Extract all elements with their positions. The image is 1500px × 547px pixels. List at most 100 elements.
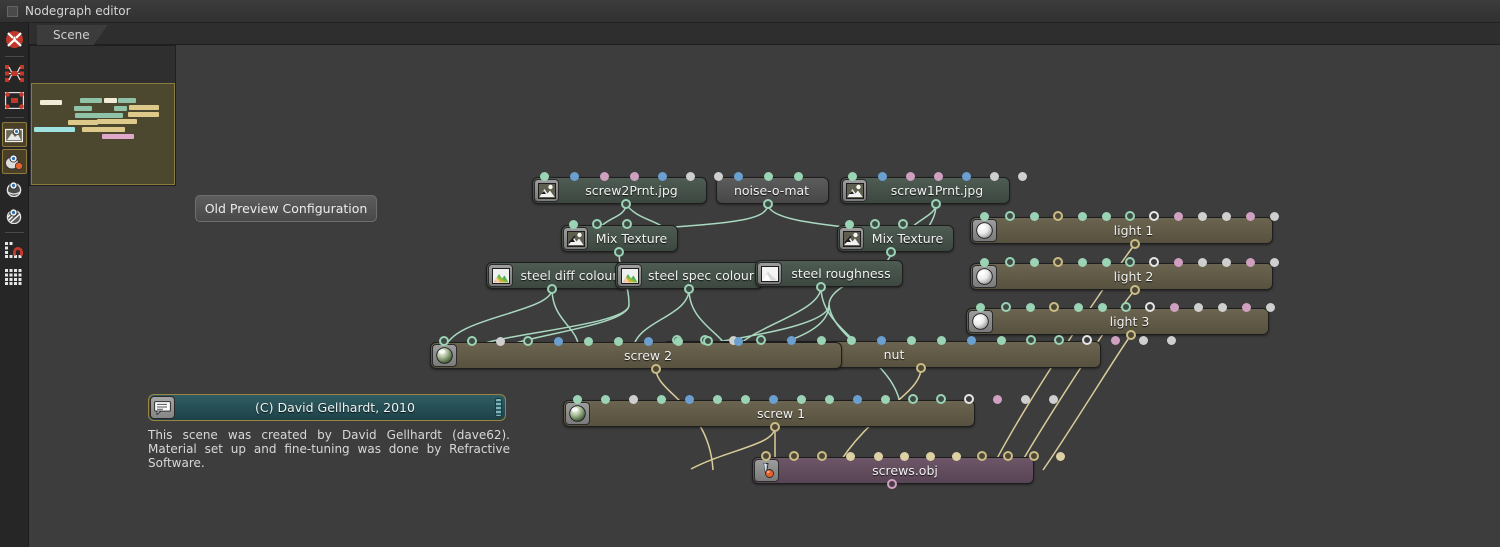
- node-port-input[interactable]: [1048, 394, 1058, 404]
- node-port-input[interactable]: [979, 257, 989, 267]
- node-port-input[interactable]: [592, 219, 602, 229]
- shading-preview-icon[interactable]: [2, 203, 27, 228]
- node-port-input[interactable]: [992, 394, 1002, 404]
- node-port-input[interactable]: [1101, 257, 1111, 267]
- node-port-input[interactable]: [600, 394, 610, 404]
- node-port-input[interactable]: [816, 335, 826, 345]
- node-port-input[interactable]: [1217, 302, 1227, 312]
- node-port-input[interactable]: [712, 394, 722, 404]
- node-port-input[interactable]: [876, 335, 886, 345]
- node-port-input[interactable]: [1121, 302, 1131, 312]
- node-port-input[interactable]: [845, 451, 855, 461]
- node-port-output[interactable]: [886, 247, 896, 257]
- node-port-input[interactable]: [1166, 335, 1176, 345]
- node-port-input[interactable]: [1001, 302, 1011, 312]
- node-port-input[interactable]: [925, 451, 935, 461]
- node-port-input[interactable]: [1053, 211, 1063, 221]
- node-port-input[interactable]: [1221, 257, 1231, 267]
- node-screw1prnt[interactable]: screw1Prnt.jpg: [840, 177, 1010, 204]
- node-port-input[interactable]: [733, 336, 743, 346]
- node-port-input[interactable]: [1125, 211, 1135, 221]
- select-nodes-icon[interactable]: [2, 88, 27, 113]
- node-port-output[interactable]: [547, 284, 557, 294]
- node-port-input[interactable]: [975, 302, 985, 312]
- node-port-input[interactable]: [1197, 211, 1207, 221]
- node-port-input[interactable]: [1173, 257, 1183, 267]
- node-port-output[interactable]: [931, 199, 941, 209]
- node-port-input[interactable]: [880, 394, 890, 404]
- node-port-input[interactable]: [899, 451, 909, 461]
- node-port-input[interactable]: [1053, 257, 1063, 267]
- node-port-input[interactable]: [572, 394, 582, 404]
- node-port-input[interactable]: [961, 171, 971, 181]
- node-port-input[interactable]: [703, 336, 713, 346]
- node-port-input[interactable]: [996, 335, 1006, 345]
- node-port-input[interactable]: [1029, 257, 1039, 267]
- node-port-input[interactable]: [1073, 302, 1083, 312]
- node-port-output[interactable]: [621, 199, 631, 209]
- node-port-input[interactable]: [733, 171, 743, 181]
- node-port-input[interactable]: [977, 451, 987, 461]
- node-port-input[interactable]: [1005, 257, 1015, 267]
- node-port-input[interactable]: [1029, 211, 1039, 221]
- node-noiseomat[interactable]: noise-o-mat: [716, 177, 829, 204]
- node-port-input[interactable]: [1245, 211, 1255, 221]
- node-steeldiff[interactable]: steel diff colour: [486, 262, 628, 289]
- node-port-input[interactable]: [1269, 211, 1279, 221]
- magnet-snap-icon[interactable]: [2, 237, 27, 262]
- node-port-input[interactable]: [523, 336, 533, 346]
- node-port-input[interactable]: [877, 171, 887, 181]
- node-screw2prnt[interactable]: screw2Prnt.jpg: [532, 177, 707, 204]
- node-port-input[interactable]: [964, 394, 974, 404]
- node-port-input[interactable]: [673, 336, 683, 346]
- node-port-input[interactable]: [713, 171, 723, 181]
- node-port-input[interactable]: [906, 335, 916, 345]
- node-port-input[interactable]: [684, 394, 694, 404]
- node-port-input[interactable]: [1049, 302, 1059, 312]
- node-port-input[interactable]: [685, 171, 695, 181]
- node-port-input[interactable]: [553, 336, 563, 346]
- node-port-input[interactable]: [817, 451, 827, 461]
- node-port-input[interactable]: [622, 219, 632, 229]
- node-port-input[interactable]: [1245, 257, 1255, 267]
- node-port-input[interactable]: [629, 171, 639, 181]
- node-port-input[interactable]: [846, 335, 856, 345]
- node-port-input[interactable]: [569, 171, 579, 181]
- node-port-input[interactable]: [908, 394, 918, 404]
- node-port-output[interactable]: [1130, 285, 1140, 295]
- node-port-input[interactable]: [1029, 451, 1039, 461]
- fit-to-view-icon[interactable]: [2, 27, 27, 52]
- node-port-input[interactable]: [1169, 302, 1179, 312]
- node-light3[interactable]: light 3: [966, 308, 1269, 335]
- node-port-input[interactable]: [439, 336, 449, 346]
- node-port-input[interactable]: [989, 171, 999, 181]
- note-resize-grip[interactable]: [495, 398, 502, 417]
- node-port-input[interactable]: [761, 451, 771, 461]
- node-port-input[interactable]: [789, 451, 799, 461]
- node-port-input[interactable]: [1269, 257, 1279, 267]
- node-port-input[interactable]: [1173, 211, 1183, 221]
- node-port-output[interactable]: [916, 363, 926, 373]
- node-port-input[interactable]: [1003, 451, 1013, 461]
- node-port-input[interactable]: [740, 394, 750, 404]
- node-port-input[interactable]: [1025, 302, 1035, 312]
- node-mixtex2[interactable]: Mix Texture: [837, 225, 954, 252]
- node-port-input[interactable]: [1221, 211, 1231, 221]
- node-port-input[interactable]: [936, 335, 946, 345]
- node-port-input[interactable]: [613, 336, 623, 346]
- node-port-input[interactable]: [1125, 257, 1135, 267]
- node-port-input[interactable]: [599, 171, 609, 181]
- node-port-input[interactable]: [1077, 257, 1087, 267]
- node-port-input[interactable]: [936, 394, 946, 404]
- node-port-output[interactable]: [651, 364, 661, 374]
- image-material-icon[interactable]: [1, 122, 27, 147]
- node-port-input[interactable]: [1197, 257, 1207, 267]
- node-port-input[interactable]: [873, 451, 883, 461]
- node-port-input[interactable]: [1149, 211, 1159, 221]
- node-port-input[interactable]: [768, 394, 778, 404]
- node-port-input[interactable]: [898, 219, 908, 229]
- node-port-output[interactable]: [887, 479, 897, 489]
- sphere-preview-icon[interactable]: [2, 176, 27, 201]
- node-port-input[interactable]: [1097, 302, 1107, 312]
- node-port-input[interactable]: [657, 171, 667, 181]
